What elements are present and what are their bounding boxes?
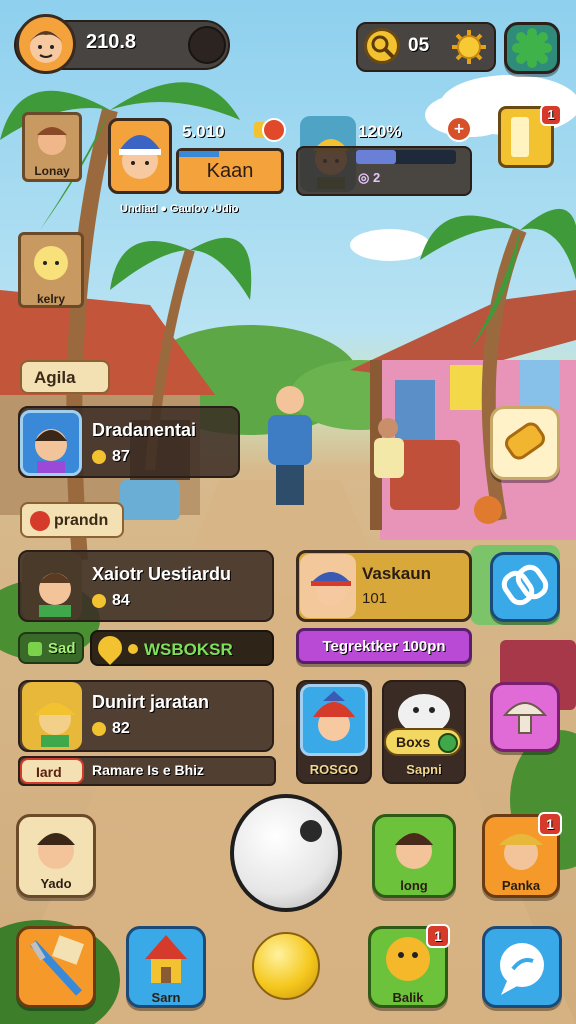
pet-label-balik: Balik	[392, 990, 424, 1005]
list-row-2-value: 84	[112, 592, 130, 609]
lantern-icon	[505, 422, 545, 460]
list-row-1-avatar	[20, 410, 82, 476]
list-row-1-coin-icon	[92, 450, 106, 464]
tag-agila[interactable]: Agila	[20, 360, 110, 394]
joystick-button[interactable]	[230, 794, 342, 912]
balik-badge: 1	[426, 924, 450, 948]
list-row-3-coin-icon	[92, 722, 106, 736]
sign-label-lonay: Lonay	[34, 164, 70, 178]
player-avatar[interactable]	[16, 14, 76, 74]
chat-button[interactable]	[482, 926, 562, 1008]
gold-coin-button[interactable]	[252, 932, 320, 1000]
sun-bonus-icon[interactable]	[450, 28, 488, 66]
gear-icon	[512, 28, 552, 68]
joystick-knob-icon	[300, 820, 322, 842]
list-row-3-avatar	[22, 682, 82, 750]
lantern-button[interactable]	[490, 406, 560, 480]
friend-value-miner: 120%	[358, 122, 402, 141]
purple-action-button[interactable]: Tegrektker 100pn	[296, 628, 472, 664]
link-chain-icon	[501, 564, 549, 606]
friend-footer-miner: ◎ 2	[358, 170, 381, 185]
settings-gear-button[interactable]	[504, 22, 560, 74]
tag-prandn[interactable]: prandn	[20, 502, 124, 538]
small-card-sapni-label: Sapni	[406, 762, 442, 777]
character-label-long: long	[400, 878, 428, 893]
small-card-rosgo-avatar	[300, 684, 368, 756]
status-text: Ramare Is e Bhiz	[92, 762, 205, 778]
list-row-1-value: 87	[112, 448, 130, 465]
tools-icon	[30, 935, 84, 996]
friend-value-kaan: 5.010	[182, 122, 225, 141]
small-card-rosgo-label: ROSGO	[309, 762, 359, 777]
pin-icon	[93, 631, 127, 665]
mushroom-button[interactable]	[490, 682, 560, 752]
player-score: 210.8	[86, 31, 137, 53]
list-row-3-value: 82	[112, 720, 130, 737]
right-card-name: Vaskaun	[362, 564, 431, 583]
character-label-panka: Panka	[501, 878, 541, 893]
house-icon	[145, 935, 187, 983]
tag-prandn-icon	[30, 511, 50, 531]
player-face-icon	[29, 31, 63, 63]
friend-footer-kaan: Undiad ● Gaulov ›Udio	[120, 203, 239, 215]
list-row-1-name: Dradanentai	[92, 420, 197, 440]
chip-wsboksr[interactable]: WSBOKSR	[90, 630, 274, 666]
tools-button[interactable]	[16, 926, 96, 1008]
list-row-2-avatar	[22, 552, 82, 620]
character-label-yado: Yado	[40, 876, 72, 891]
status-tag: Iard	[20, 758, 84, 784]
score-slot-icon	[188, 26, 226, 64]
chip-sad[interactable]: Sad	[18, 632, 84, 664]
right-card-value: 101	[362, 590, 388, 607]
list-row-2-coin-icon	[92, 594, 106, 608]
friend-progress-bar	[356, 150, 456, 164]
list-row-3-name: Dunirt jaratan	[92, 692, 210, 712]
small-card-sapni-pet	[392, 684, 456, 734]
small-card-sapni-badge: Boxs	[384, 728, 462, 756]
mushroom-icon	[502, 702, 548, 734]
friend-avatar-kaan[interactable]	[108, 118, 172, 194]
magnifier-key-icon[interactable]	[364, 28, 400, 64]
link-button[interactable]	[490, 552, 560, 622]
panka-badge: 1	[538, 812, 562, 836]
sign-label-kelry: kelry	[36, 292, 66, 306]
right-card-avatar	[300, 554, 356, 618]
key-count: 05	[408, 35, 430, 56]
list-row-2-name: Xaiotr Uestiardu	[92, 564, 232, 584]
plus-badge-icon[interactable]: +	[446, 116, 472, 142]
shop-label-sarn: Sarn	[151, 990, 181, 1005]
ring-coin-icon	[252, 116, 286, 144]
friend-name-kaan: Kaan	[206, 160, 254, 182]
quest-badge: 1	[540, 104, 562, 126]
chat-bubble-icon	[500, 943, 544, 995]
